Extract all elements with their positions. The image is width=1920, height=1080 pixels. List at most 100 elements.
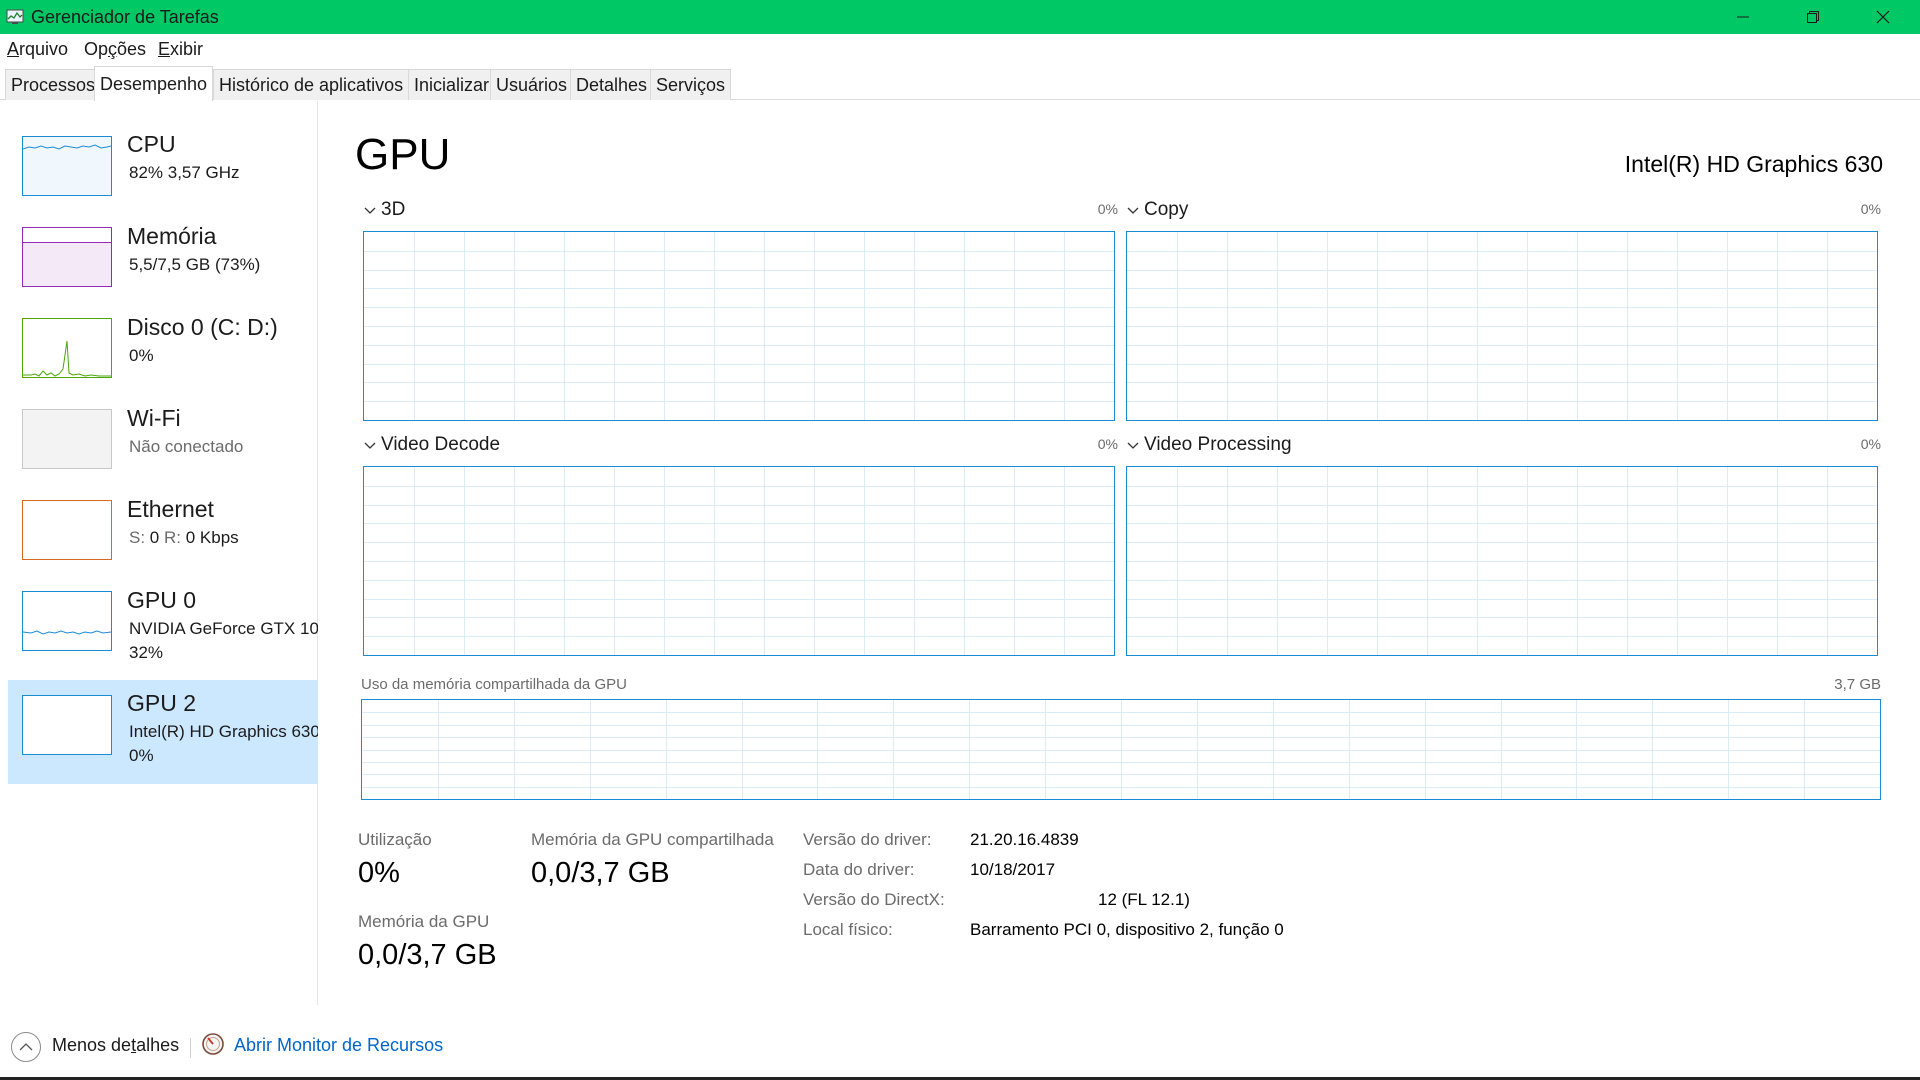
graph-3d-label: 3D [381,199,406,220]
tab-servicos[interactable]: Serviços [650,69,732,100]
graph-grid [1127,467,1877,655]
chevron-down-icon [364,442,376,449]
resource-item-cpu[interactable]: CPU 82% 3,57 GHz [8,125,318,229]
page-title: GPU [355,130,451,179]
restore-icon [1807,11,1819,23]
tab-bar: Processos Desempenho Histórico de aplica… [0,63,1920,101]
gpu0-thumbnail [22,591,112,651]
close-icon [1876,10,1890,24]
gpu2-thumbnail [22,695,112,755]
resource-list: CPU 82% 3,57 GHz Memória 5,5/7,5 GB (73%… [0,101,318,1005]
memory-thumbnail [22,227,112,287]
gpu0-model: NVIDIA GeForce GTX 1050 [129,619,318,638]
menu-exibir[interactable]: Exibir [158,39,203,60]
ethernet-title: Ethernet [127,496,214,522]
graph-copy-max: 0% [1860,201,1881,217]
menu-opcoes[interactable]: Opções [84,39,146,60]
disk-thumbnail [22,318,112,378]
chevron-down-icon [364,207,376,214]
less-details-link[interactable]: Menos detalhes [52,1035,179,1056]
close-button[interactable] [1848,0,1918,34]
tab-desempenho[interactable]: Desempenho [94,66,214,101]
gpu-memory-label: Memória da GPU [358,912,490,931]
ethernet-receive-label: R: [164,528,181,547]
open-resource-monitor-link[interactable]: Abrir Monitor de Recursos [234,1035,443,1056]
graph-video-processing-label: Video Processing [1144,434,1292,455]
gpu-model-name: Intel(R) HD Graphics 630 [1624,151,1883,177]
resource-monitor-icon[interactable] [201,1032,225,1056]
graph-copy-toggle[interactable]: Copy [1126,199,1188,221]
resource-item-gpu2[interactable]: GPU 2 Intel(R) HD Graphics 630 0% [8,680,318,784]
cpu-sparkline [22,144,112,150]
menu-exibir-label: xibir [170,39,204,59]
wifi-thumbnail [22,409,112,469]
physical-location-value: Barramento PCI 0, dispositivo 2, função … [970,920,1284,939]
menu-arquivo[interactable]: Arquivo [7,39,68,60]
graph-video-decode-toggle[interactable]: Video Decode [363,434,500,456]
directx-value: 12 (FL 12.1) [1098,890,1190,909]
tab-historico-aplicativos[interactable]: Histórico de aplicativos [213,69,410,100]
graph-video-processing [1126,466,1878,656]
resource-item-disco[interactable]: Disco 0 (C: D:) 0% [8,308,318,412]
graph-video-decode-max: 0% [1097,436,1118,452]
graph-grid [364,467,1114,655]
driver-date-label: Data do driver: [803,860,915,879]
graph-3d-max: 0% [1097,201,1118,217]
chevron-down-icon [1127,442,1139,449]
cpu-title: CPU [127,131,176,157]
shared-memory-graph-max: 3,7 GB [1834,676,1881,693]
footer: Menos detalhes Abrir Monitor de Recursos [0,1005,1920,1080]
wifi-status: Não conectado [129,437,244,456]
minimize-icon [1737,16,1749,18]
cpu-usage: 82% 3,57 GHz [129,163,240,182]
minimize-button[interactable] [1708,0,1778,34]
ethernet-send-value: 0 [149,528,160,547]
gpu2-model: Intel(R) HD Graphics 630 [129,722,318,741]
driver-version-value: 21.20.16.4839 [970,830,1079,849]
ethernet-throughput: S: 0 R: 0 Kbps [129,528,239,548]
graph-shared-memory [361,699,1881,800]
directx-label: Versão do DirectX: [803,890,945,909]
graph-copy-label: Copy [1144,199,1189,220]
chevron-up-circle-icon[interactable] [11,1032,41,1062]
ethernet-receive-value: 0 Kbps [185,528,239,547]
graph-video-processing-toggle[interactable]: Video Processing [1126,434,1292,456]
graph-copy [1126,231,1878,421]
cpu-thumbnail [22,136,112,196]
utilization-label: Utilização [358,830,432,849]
graph-video-decode-label: Video Decode [381,434,501,455]
tab-detalhes[interactable]: Detalhes [570,69,654,100]
gpu0-sparkline [22,630,112,635]
resource-item-ethernet[interactable]: Ethernet S: 0 R: 0 Kbps [8,490,318,594]
restore-button[interactable] [1778,0,1848,34]
graph-3d-toggle[interactable]: 3D [363,199,405,221]
shared-memory-label: Memória da GPU compartilhada [531,830,774,849]
resource-item-memoria[interactable]: Memória 5,5/7,5 GB (73%) [8,217,318,321]
menu-arquivo-accel: A [7,39,20,59]
menu-opcoes-label-b: ões [117,39,147,59]
disk-sparkline [23,340,111,377]
tab-inicializar[interactable]: Inicializar [408,69,496,100]
gpu2-usage: 0% [129,746,154,765]
menu-opcoes-accel: ç [108,39,118,59]
graph-video-decode [363,466,1115,656]
tab-processos[interactable]: Processos [5,69,102,100]
less-details-text-a: Menos de [52,1035,132,1055]
driver-version-label: Versão do driver: [803,830,932,849]
tab-usuarios[interactable]: Usuários [490,69,574,100]
utilization-value: 0% [358,857,400,889]
shared-memory-value: 0,0/3,7 GB [531,857,670,889]
memory-fill [23,242,111,286]
title-bar: Gerenciador de Tarefas [0,0,1920,34]
menu-opcoes-label-a: Op [84,39,109,59]
memory-usage: 5,5/7,5 GB (73%) [129,255,261,274]
ethernet-thumbnail [22,500,112,560]
window-title: Gerenciador de Tarefas [31,7,219,27]
resource-item-wifi[interactable]: Wi-Fi Não conectado [8,399,318,503]
disk-title: Disco 0 (C: D:) [127,314,278,340]
resource-item-gpu0[interactable]: GPU 0 NVIDIA GeForce GTX 1050 32% [8,581,318,685]
chevron-down-icon [1127,207,1139,214]
shared-memory-graph-label: Uso da memória compartilhada da GPU [361,676,627,693]
wifi-title: Wi-Fi [127,405,181,431]
graph-grid [362,700,1880,799]
